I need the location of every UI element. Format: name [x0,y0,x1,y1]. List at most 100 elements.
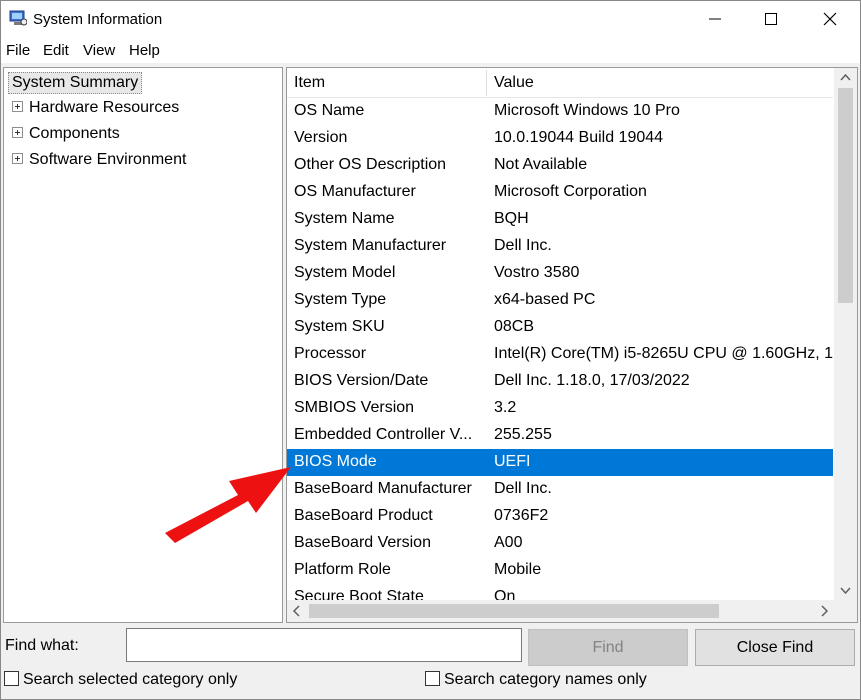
row-item-cell: BIOS Mode [294,453,377,470]
table-row[interactable]: BaseBoard Product 0736F2 [287,503,833,530]
row-item-cell: Platform Role [294,561,391,578]
table-row[interactable]: OS Name Microsoft Windows 10 Pro [287,98,833,125]
row-item-cell: System Type [294,291,387,308]
row-item-cell: System Name [294,210,395,227]
row-value-cell: 08CB [494,318,535,335]
row-value-cell: 10.0.19044 Build 19044 [494,129,664,146]
expand-icon[interactable] [12,152,23,164]
maximize-button[interactable] [741,1,801,37]
menu-view[interactable]: View [83,42,115,59]
close-button[interactable] [800,1,860,37]
scrollbar-corner [834,600,857,622]
table-row[interactable]: System Name BQH [287,206,833,233]
row-item-cell: System Model [294,264,396,281]
row-value-cell: x64-based PC [494,291,596,308]
row-item-cell: OS Name [294,102,365,119]
row-item-cell: Version [294,129,348,146]
row-value-cell: Dell Inc. 1.18.0, 17/03/2022 [494,372,690,389]
table-row[interactable]: System Manufacturer Dell Inc. [287,233,833,260]
vertical-scrollbar[interactable] [834,68,857,600]
table-row[interactable]: System Type x64-based PC [287,287,833,314]
row-item-cell: OS Manufacturer [294,183,416,200]
table-row[interactable]: BaseBoard Manufacturer Dell Inc. [287,476,833,503]
row-item-cell: BaseBoard Product [294,507,433,524]
row-item-cell: Embedded Controller V... [294,426,473,443]
row-value-cell: Vostro 3580 [494,264,580,281]
menu-file[interactable]: File [6,42,30,59]
close-icon [823,12,837,26]
system-information-window: System Information File Edit View Help S… [0,0,861,700]
table-row[interactable]: SMBIOS Version 3.2 [287,395,833,422]
table-row[interactable]: Embedded Controller V... 255.255 [287,422,833,449]
vertical-scroll-thumb[interactable] [838,88,853,303]
row-value-cell: 0736F2 [494,507,549,524]
title-bar: System Information [1,1,860,37]
scroll-down-icon[interactable] [834,580,857,600]
list-header: Item Value [287,68,833,98]
scroll-left-icon[interactable] [287,600,307,622]
row-item-cell: BaseBoard Version [294,534,431,551]
tree-item-label: Software Environment [29,151,187,168]
find-what-input[interactable] [126,628,522,662]
details-list: Item Value OS Name Microsoft Windows 10 P… [286,67,858,623]
minimize-button[interactable] [685,1,745,37]
row-value-cell: UEFI [494,453,531,470]
table-row[interactable]: BIOS Version/Date Dell Inc. 1.18.0, 17/03… [287,368,833,395]
search-selected-category-option[interactable]: Search selected category only [4,670,238,689]
scroll-up-icon[interactable] [834,68,857,88]
search-category-names-checkbox[interactable] [425,670,440,686]
row-value-cell: Microsoft Windows 10 Pro [494,102,680,119]
row-value-cell: Microsoft Corporation [494,183,647,200]
tree-item-label: Hardware Resources [29,99,180,116]
row-value-cell: BQH [494,210,529,227]
table-row[interactable]: System SKU 08CB [287,314,833,341]
table-row[interactable]: OS Manufacturer Microsoft Corporation [287,179,833,206]
tree-item-hardware-resources[interactable]: Hardware Resources [12,99,179,117]
row-value-cell: Not Available [494,156,588,173]
find-button[interactable]: Find [528,629,688,666]
row-value-cell: A00 [494,534,523,551]
expand-icon[interactable] [12,126,23,138]
menu-edit[interactable]: Edit [43,42,69,59]
row-value-cell: Mobile [494,561,542,578]
horizontal-scroll-thumb[interactable] [309,604,719,618]
table-row[interactable]: BaseBoard Version A00 [287,530,833,557]
tree-item-software-environment[interactable]: Software Environment [12,151,186,169]
search-category-names-label: Search category names only [444,671,647,688]
list-rows: OS Name Microsoft Windows 10 Pro Version 10… [287,98,833,602]
horizontal-scrollbar[interactable] [287,600,834,622]
column-header-value[interactable]: Value [494,74,534,92]
table-row[interactable]: Other OS Description Not Available [287,152,833,179]
column-header-item[interactable]: Item [294,74,325,92]
row-item-cell: Processor [294,345,367,362]
tree-item-components[interactable]: Components [12,125,120,143]
close-find-button[interactable]: Close Find [695,629,855,666]
scroll-right-icon[interactable] [814,600,834,622]
table-row[interactable]: Platform Role Mobile [287,557,833,584]
table-row[interactable]: System Model Vostro 3580 [287,260,833,287]
row-item-cell: BIOS Version/Date [294,372,429,389]
search-category-names-option[interactable]: Search category names only [425,670,647,689]
tree-item-system-summary[interactable]: System Summary [8,72,143,94]
row-value-cell: 255.255 [494,426,552,443]
row-value-cell: Dell Inc. [494,237,552,254]
search-selected-category-checkbox[interactable] [4,670,19,686]
search-selected-category-label: Search selected category only [23,671,238,688]
menu-help[interactable]: Help [129,42,160,59]
minimize-icon [709,18,721,20]
row-item-cell: BaseBoard Manufacturer [294,480,472,497]
maximize-icon [765,13,777,25]
row-value-cell: Intel(R) Core(TM) i5-8265U CPU @ 1.60GHz… [494,345,833,362]
row-value-cell: Dell Inc. [494,480,552,497]
table-row[interactable]: Version 10.0.19044 Build 19044 [287,125,833,152]
table-row[interactable]: BIOS Mode UEFI [287,449,833,476]
expand-icon[interactable] [12,100,23,112]
row-item-cell: SMBIOS Version [294,399,415,416]
table-row[interactable]: Processor Intel(R) Core(TM) i5-8265U CPU … [287,341,833,368]
column-divider[interactable] [486,70,487,96]
row-value-cell: 3.2 [494,399,517,416]
menu-bar: File Edit View Help [1,37,860,63]
tree-item-label: Components [29,125,120,142]
row-item-cell: System SKU [294,318,385,335]
window-title: System Information [33,11,163,28]
